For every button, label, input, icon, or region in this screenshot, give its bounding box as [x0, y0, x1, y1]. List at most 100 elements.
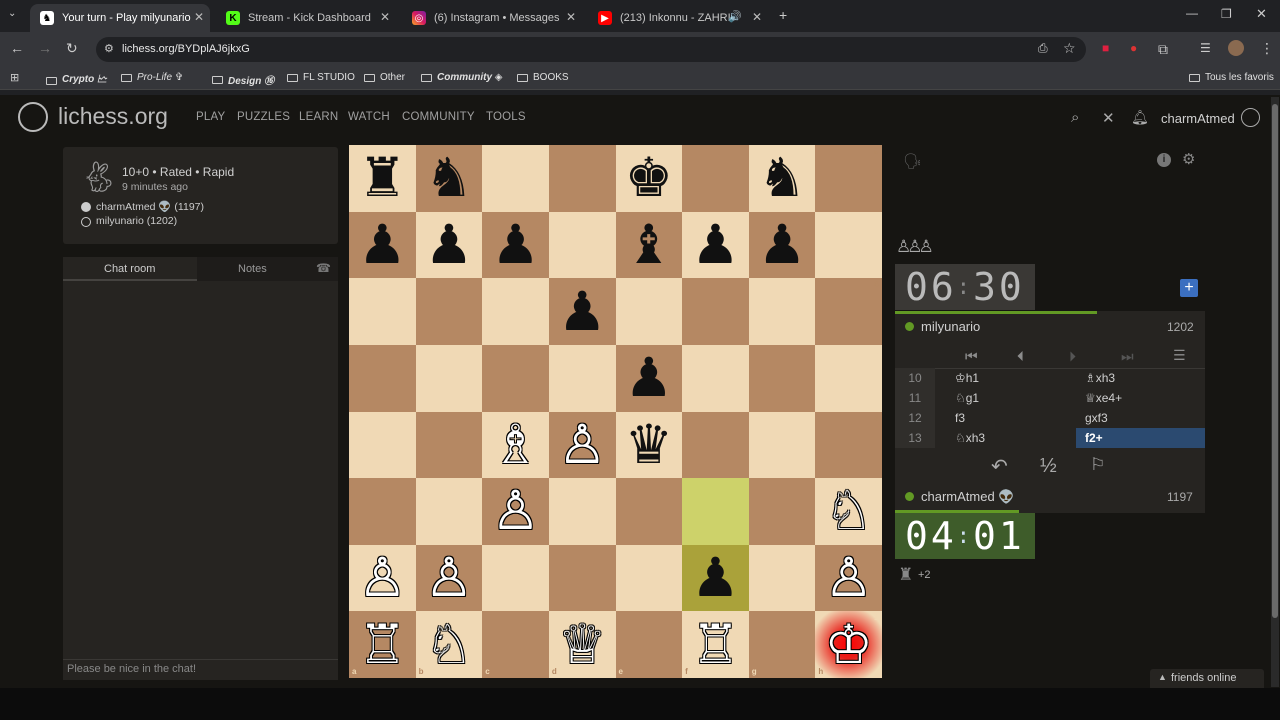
square-h7[interactable]: [815, 211, 882, 279]
prev-move-icon[interactable]: ⏴: [1017, 348, 1024, 365]
tab-kick[interactable]: K Stream - Kick Dashboard ✕: [216, 4, 396, 32]
square-b4[interactable]: [415, 411, 483, 479]
white-player[interactable]: charmAtmed 👽 (1197): [96, 200, 204, 213]
tab-lichess[interactable]: ♞ Your turn - Play milyunario • lic ✕: [30, 4, 210, 32]
bookmark-other[interactable]: Other: [364, 72, 405, 83]
extensions-puzzle-icon[interactable]: ⧉: [1158, 41, 1168, 58]
black-rook-a8[interactable]: ♜: [349, 145, 416, 212]
square-h4[interactable]: [815, 411, 882, 479]
black-move[interactable]: gxf3: [1085, 408, 1108, 428]
square-d7[interactable]: [548, 211, 616, 279]
white-pawn-a2[interactable]: ♙: [349, 545, 416, 612]
white-pawn-c3[interactable]: ♙: [482, 478, 549, 545]
black-player[interactable]: milyunario (1202): [96, 215, 177, 227]
bookmark-community[interactable]: Community ◈: [421, 72, 502, 83]
square-h8[interactable]: [815, 145, 882, 212]
square-f4[interactable]: [682, 411, 749, 479]
square-c6[interactable]: [482, 278, 549, 345]
white-knight-h3[interactable]: ♘: [815, 478, 882, 545]
tab-instagram[interactable]: ◎ (6) Instagram • Messages ✕: [402, 4, 582, 32]
nav-puzzles[interactable]: PUZZLES: [237, 111, 290, 123]
menu-hamburger-icon[interactable]: ☰: [1173, 347, 1186, 364]
square-g6[interactable]: [748, 278, 816, 345]
phone-icon[interactable]: ☎: [316, 261, 331, 275]
reload-icon[interactable]: ↻: [66, 40, 78, 57]
bookmark-books[interactable]: BOOKS: [517, 72, 569, 83]
close-tab-icon[interactable]: ✕: [380, 10, 390, 24]
voice-icon[interactable]: 🗣︎: [903, 152, 922, 170]
black-move[interactable]: f2+: [1085, 428, 1103, 448]
nav-play[interactable]: PLAY: [196, 111, 225, 123]
black-move[interactable]: ♗xh3: [1085, 368, 1115, 388]
square-d2[interactable]: [548, 544, 616, 612]
forward-icon[interactable]: →: [38, 40, 52, 56]
tab-youtube[interactable]: ▶ (213) Inkonnu - ZAHRI (OFF 🔊 ✕: [588, 4, 768, 32]
bookmark-design[interactable]: Design ⑯: [212, 72, 274, 87]
username-link[interactable]: charmAtmed: [1161, 111, 1235, 126]
user-avatar-icon[interactable]: [1241, 108, 1260, 127]
close-tab-icon[interactable]: ✕: [194, 10, 204, 24]
close-tab-icon[interactable]: ✕: [752, 10, 762, 24]
restore-icon[interactable]: ❐: [1221, 7, 1232, 21]
black-pawn-g7[interactable]: ♟: [749, 212, 816, 279]
extension-icon[interactable]: ■: [1102, 41, 1109, 55]
black-knight-b8[interactable]: ♞: [416, 145, 483, 212]
opponent-name[interactable]: milyunario: [921, 319, 980, 334]
white-king-h1[interactable]: ♔: [815, 611, 882, 678]
white-pawn-d4[interactable]: ♙: [549, 412, 616, 479]
square-b6[interactable]: [415, 278, 483, 345]
menu-icon[interactable]: ⋮: [1260, 40, 1274, 57]
close-window-icon[interactable]: ✕: [1256, 6, 1267, 22]
square-c5[interactable]: [482, 344, 549, 412]
black-pawn-c7[interactable]: ♟: [482, 212, 549, 279]
square-b3[interactable]: [415, 478, 483, 545]
square-c2[interactable]: [482, 544, 549, 612]
white-move[interactable]: ♔h1: [955, 368, 979, 388]
chess-board[interactable]: 8 a 7 b 6 c 5 d 4 e 3 f 2 g 1 h ♜ ♞ ♚ ♞ ♟ ♟ ♟ ♝ ♟ ♟ ♟ ♟ ♗ ♙ ♛ ♙ ♘ ♙ ♙ ♟ ♙ ♖ ♘ ♕…: [349, 145, 882, 678]
scrollbar-thumb[interactable]: [1272, 104, 1278, 618]
search-icon[interactable]: ⌕: [1071, 109, 1079, 126]
next-move-icon[interactable]: ⏵: [1069, 348, 1076, 365]
square-e3[interactable]: [615, 478, 683, 545]
profile-avatar-icon[interactable]: [1228, 40, 1244, 56]
black-pawn-a7[interactable]: ♟: [349, 212, 416, 279]
nav-learn[interactable]: LEARN: [299, 111, 338, 123]
black-pawn-d6[interactable]: ♟: [549, 278, 616, 345]
tab-search-icon[interactable]: ⌄: [8, 8, 16, 19]
white-pawn-h2[interactable]: ♙: [815, 545, 882, 612]
media-icon[interactable]: ☰: [1200, 41, 1211, 55]
square-g2[interactable]: [748, 544, 816, 612]
nav-watch[interactable]: WATCH: [348, 111, 390, 123]
info-icon[interactable]: i: [1157, 153, 1171, 167]
white-move[interactable]: f3: [955, 408, 965, 428]
square-d8[interactable]: [548, 145, 616, 212]
new-tab-icon[interactable]: +: [779, 7, 787, 23]
square-f3[interactable]: [682, 478, 749, 545]
square-h6[interactable]: [815, 278, 882, 345]
url-text[interactable]: lichess.org/BYDplAJ6jkxG: [122, 43, 250, 55]
apps-icon[interactable]: ⊞: [10, 71, 19, 84]
white-queen-d1[interactable]: ♕: [549, 611, 616, 678]
minimize-icon[interactable]: —: [1186, 6, 1198, 20]
square-a6[interactable]: [349, 278, 416, 345]
nav-community[interactable]: COMMUNITY: [402, 111, 475, 123]
square-d3[interactable]: [548, 478, 616, 545]
add-time-icon[interactable]: +: [1180, 279, 1198, 297]
black-bishop-e7[interactable]: ♝: [616, 212, 683, 279]
takeback-icon[interactable]: ↶: [991, 454, 1008, 479]
black-king-e8[interactable]: ♚: [616, 145, 683, 212]
square-a3[interactable]: [349, 478, 416, 545]
black-pawn-e5[interactable]: ♟: [616, 345, 683, 412]
square-g3[interactable]: [748, 478, 816, 545]
close-icon[interactable]: ✕: [1102, 109, 1115, 127]
nav-tools[interactable]: TOOLS: [486, 111, 526, 123]
square-a4[interactable]: [349, 411, 416, 479]
close-tab-icon[interactable]: ✕: [566, 10, 576, 24]
offer-draw-button[interactable]: ½: [1040, 455, 1057, 478]
square-e2[interactable]: [615, 544, 683, 612]
square-h5[interactable]: [815, 344, 882, 412]
square-e6[interactable]: [615, 278, 683, 345]
square-b5[interactable]: [415, 344, 483, 412]
black-pawn-f2[interactable]: ♟: [682, 545, 749, 612]
square-c8[interactable]: [482, 145, 549, 212]
